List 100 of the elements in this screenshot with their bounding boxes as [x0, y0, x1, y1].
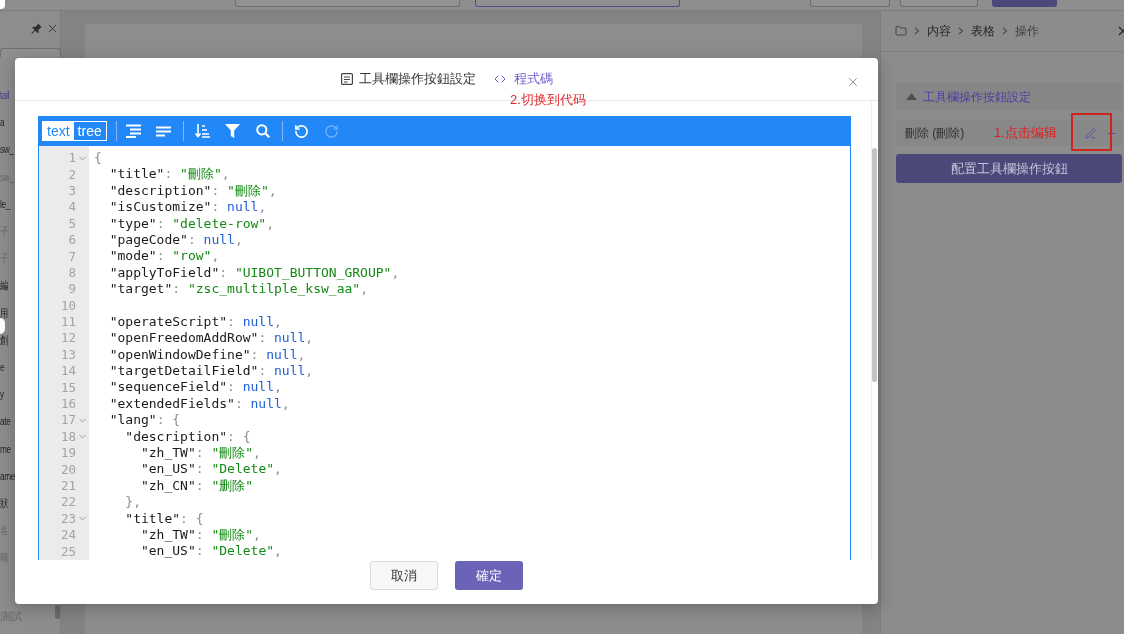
code-line: {: [94, 150, 102, 167]
close-icon[interactable]: [46, 22, 59, 35]
line-number: 15: [60, 379, 76, 396]
configure-button[interactable]: 配置工具欄操作按鈕: [896, 154, 1122, 183]
toolbar-button[interactable]: [810, 0, 890, 7]
close-icon: [846, 75, 860, 89]
code-line: "zh_TW": "刪除",: [140, 527, 261, 544]
close-button[interactable]: [846, 75, 860, 89]
highlight-frame: [1071, 113, 1112, 151]
code-line: "applyToField": "UIBOT_BUTTON_GROUP",: [109, 264, 400, 282]
pencil-icon[interactable]: [1085, 127, 1096, 139]
line-number: 18: [60, 428, 76, 445]
line-number: 24: [60, 527, 76, 544]
breadcrumb-item[interactable]: 表格: [971, 22, 995, 40]
chevron-right-icon: [1002, 27, 1008, 35]
code-line: "description": "刪除",: [109, 182, 277, 200]
sidebar-item[interactable]: 用: [0, 306, 8, 320]
form-icon: [340, 73, 353, 85]
code-line: "openFreedomAddRow": null,: [109, 330, 314, 347]
code-line: },: [125, 494, 141, 511]
sidebar-item[interactable]: ame: [0, 469, 15, 483]
row-label: 刪除 (刪除): [905, 125, 965, 142]
edge-handle[interactable]: [0, 318, 5, 334]
line-number: 17: [60, 412, 76, 429]
edge-handle[interactable]: [0, 0, 5, 9]
code-line: "extendedFields": null,: [109, 395, 290, 413]
toolbar-button[interactable]: [475, 0, 680, 7]
sidebar-item[interactable]: 狀: [0, 496, 8, 510]
code-line: "title": "刪除",: [109, 166, 230, 183]
line-number: 23: [60, 510, 76, 527]
code-line: "sequenceField": null,: [109, 379, 282, 396]
breadcrumb-item[interactable]: 内容: [927, 22, 951, 40]
sidebar-item[interactable]: le_: [0, 197, 10, 211]
line-number: 2: [68, 166, 76, 183]
line-number: 8: [68, 264, 76, 281]
sidebar-item[interactable]: a: [0, 116, 5, 130]
line-number: 10: [60, 297, 76, 314]
code-line: "pageCode": null,: [109, 231, 243, 249]
mode-tab[interactable]: text: [43, 122, 74, 140]
chevron-down-icon[interactable]: [79, 417, 86, 423]
sidebar-item[interactable]: me: [0, 442, 11, 456]
code-line: "title": {: [125, 510, 204, 527]
line-number: 14: [60, 363, 76, 380]
chevron-down-icon[interactable]: [79, 434, 86, 440]
line-number: 3: [68, 182, 76, 199]
line-number: 19: [60, 445, 76, 462]
close-icon[interactable]: [1118, 26, 1124, 36]
dialog-title: 工具欄操作按鈕設定: [358, 70, 476, 89]
sidebar-item[interactable]: ate: [0, 415, 11, 429]
code-line: "zh_TW": "刪除",: [140, 445, 261, 462]
toolbar-button[interactable]: [900, 0, 978, 7]
code-line: "targetDetailField": null,: [109, 363, 314, 380]
chevron-down-icon[interactable]: [79, 516, 86, 522]
code-line: "type": "delete-row",: [109, 215, 275, 232]
sidebar-item[interactable]: y: [0, 388, 4, 402]
breadcrumb-item[interactable]: 操作: [1015, 22, 1039, 40]
line-number: 21: [60, 478, 76, 494]
chevron-down-icon[interactable]: [79, 155, 86, 161]
code-view-link[interactable]: 程式碼: [493, 69, 553, 89]
code-line: "en_US": "Delete",: [140, 461, 282, 478]
scrollbar-thumb[interactable]: [55, 605, 60, 619]
annotation-text: 1.点击编辑: [994, 125, 1057, 141]
line-number: 5: [68, 215, 76, 232]
code-line: "openWindowDefine": null,: [109, 346, 306, 364]
code-icon: [493, 73, 506, 85]
code-line: "operateScript": null,: [109, 313, 282, 331]
sidebar-item[interactable]: 創: [0, 333, 8, 347]
line-number: 16: [60, 396, 76, 413]
section-title: 工具欄操作按鈕設定: [923, 88, 1031, 106]
line-number: 25: [60, 543, 76, 560]
code-line: "description": {: [125, 428, 251, 446]
line-number: 13: [60, 346, 76, 363]
line-number: 6: [68, 232, 76, 249]
code-line: "isCustomize": null,: [109, 199, 267, 216]
code-line: "zh_CN": "删除": [140, 477, 254, 495]
section-header[interactable]: 工具欄操作按鈕設定: [896, 83, 1122, 110]
code-line: "lang": {: [109, 412, 181, 429]
chevron-right-icon: [914, 27, 920, 35]
folder-icon: [895, 25, 907, 37]
line-number: 1: [68, 150, 76, 167]
cancel-button[interactable]: 取消: [370, 561, 438, 590]
code-line: "en_US": "Delete",: [140, 543, 282, 560]
pin-icon[interactable]: [30, 22, 43, 35]
sidebar-item[interactable]: sw_: [0, 143, 14, 157]
line-number: 4: [68, 199, 76, 216]
line-number: 11: [60, 314, 76, 331]
line-number: 20: [60, 461, 76, 478]
scrollbar-thumb[interactable]: [872, 148, 877, 382]
code-line: "target": "zsc_multilple_ksw_aa",: [109, 281, 368, 298]
sidebar-item[interactable]: 編: [0, 279, 8, 293]
line-number: 12: [60, 330, 76, 347]
toolbar-button[interactable]: [235, 0, 460, 7]
code-line: "mode": "row",: [109, 248, 220, 265]
line-number: 7: [68, 248, 76, 265]
search-field[interactable]: [0, 48, 61, 57]
confirm-button[interactable]: 確定: [455, 561, 523, 590]
sidebar-item[interactable]: tail: [0, 89, 10, 103]
chevron-right-icon: [958, 27, 964, 35]
sidebar-item[interactable]: e: [0, 360, 5, 374]
line-number: 9: [68, 281, 76, 298]
